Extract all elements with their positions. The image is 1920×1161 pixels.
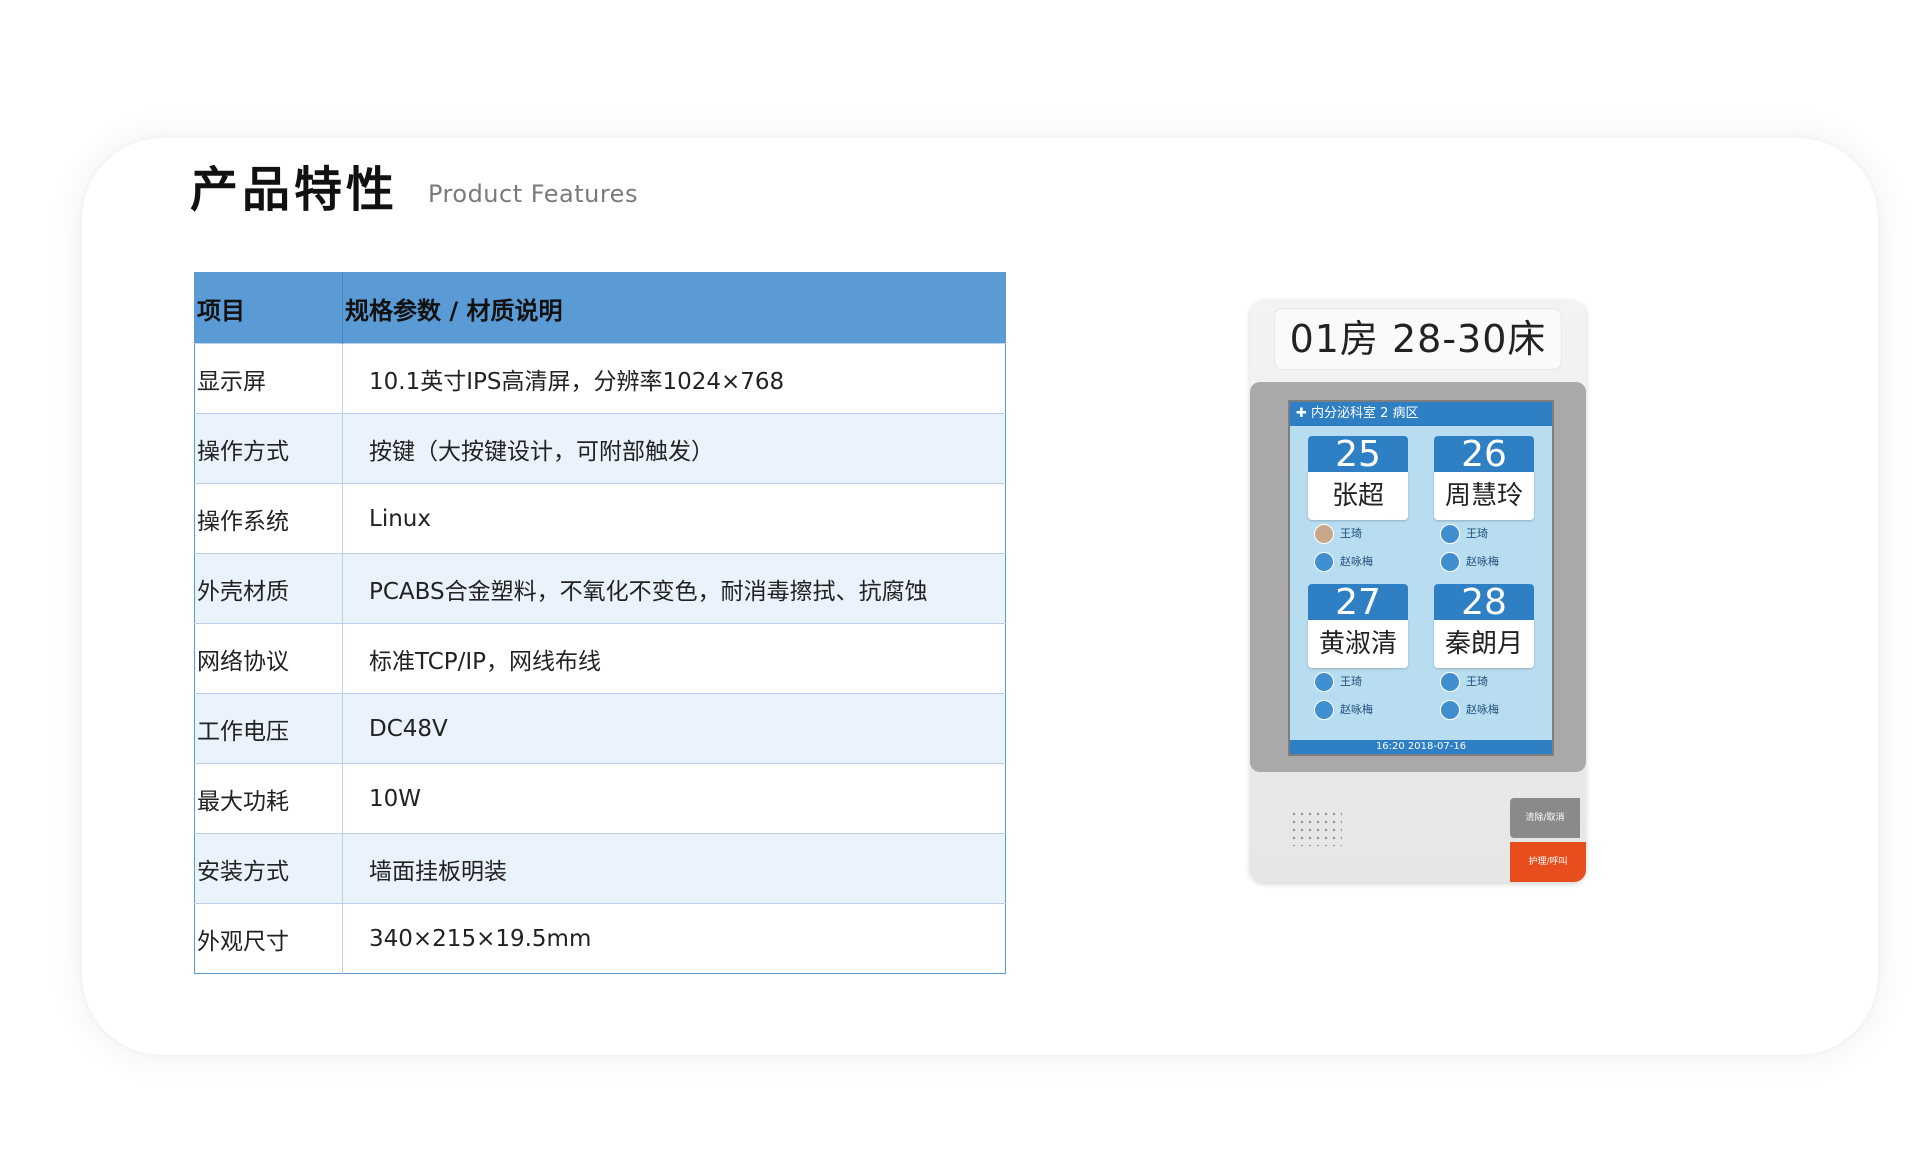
device-screen: ✚ 内分泌科室 2 病区 25 张超 王琦 赵咏梅 26 周慧玲 王琦 赵咏梅 … xyxy=(1288,400,1554,756)
doctor-row: 王琦 xyxy=(1308,520,1408,548)
row-value: DC48V xyxy=(342,693,1006,764)
nurse-avatar-icon xyxy=(1440,552,1460,572)
call-button: 护理/呼叫 xyxy=(1510,842,1586,882)
row-key: 外壳材质 xyxy=(194,553,343,624)
row-key: 外观尺寸 xyxy=(194,903,343,974)
screen-datetime: 16:20 2018-07-16 xyxy=(1290,740,1552,754)
header-item: 项目 xyxy=(194,272,343,344)
bed-card: 26 周慧玲 王琦 赵咏梅 xyxy=(1434,436,1534,576)
row-value: 按键（大按键设计，可附部触发） xyxy=(342,413,1006,484)
nurse-name: 赵咏梅 xyxy=(1340,555,1373,568)
row-value: Linux xyxy=(342,483,1006,554)
patient-name: 张超 xyxy=(1308,472,1408,520)
table-row: 最大功耗 10W xyxy=(194,763,1006,834)
page-subtitle: Product Features xyxy=(428,180,638,208)
nurse-avatar-icon xyxy=(1440,700,1460,720)
bed-number: 25 xyxy=(1308,436,1408,474)
doctor-name: 王琦 xyxy=(1340,675,1362,688)
bed-card: 25 张超 王琦 赵咏梅 xyxy=(1308,436,1408,576)
patient-name: 秦朗月 xyxy=(1434,620,1534,668)
doctor-avatar-icon xyxy=(1440,672,1460,692)
table-header-row: 项目 规格参数 / 材质说明 xyxy=(194,272,1006,344)
patient-name: 黄淑清 xyxy=(1308,620,1408,668)
row-value: 340×215×19.5mm xyxy=(342,903,1006,974)
table-row: 工作电压 DC48V xyxy=(194,693,1006,764)
row-value: 标准TCP/IP，网线布线 xyxy=(342,623,1006,694)
doctor-name: 王琦 xyxy=(1466,675,1488,688)
nurse-row: 赵咏梅 xyxy=(1308,548,1408,576)
table-row: 外壳材质 PCABS合金塑料，不氧化不变色，耐消毒擦拭、抗腐蚀 xyxy=(194,553,1006,624)
bed-number: 27 xyxy=(1308,584,1408,622)
speaker-grille xyxy=(1290,810,1342,846)
room-label: 01房 28-30床 xyxy=(1274,308,1562,370)
row-key: 工作电压 xyxy=(194,693,343,764)
doctor-avatar-icon xyxy=(1440,524,1460,544)
table-row: 操作方式 按键（大按键设计，可附部触发） xyxy=(194,413,1006,484)
row-value: 墙面挂板明装 xyxy=(342,833,1006,904)
nurse-avatar-icon xyxy=(1314,552,1334,572)
patient-name: 周慧玲 xyxy=(1434,472,1534,520)
row-value: 10.1英寸IPS高清屏，分辨率1024×768 xyxy=(342,343,1006,414)
row-key: 最大功耗 xyxy=(194,763,343,834)
row-key: 操作方式 xyxy=(194,413,343,484)
cancel-button: 清除/取消 xyxy=(1510,798,1580,838)
doctor-row: 王琦 xyxy=(1308,668,1408,696)
spec-table: 项目 规格参数 / 材质说明 显示屏 10.1英寸IPS高清屏，分辨率1024×… xyxy=(194,272,1006,974)
nurse-row: 赵咏梅 xyxy=(1434,548,1534,576)
doctor-avatar-icon xyxy=(1314,672,1334,692)
bed-number: 26 xyxy=(1434,436,1534,474)
bed-number: 28 xyxy=(1434,584,1534,622)
nurse-name: 赵咏梅 xyxy=(1340,703,1373,716)
nurse-avatar-icon xyxy=(1314,700,1334,720)
product-device-image: 01房 28-30床 ✚ 内分泌科室 2 病区 25 张超 王琦 赵咏梅 26 … xyxy=(1250,300,1586,882)
table-row: 显示屏 10.1英寸IPS高清屏，分辨率1024×768 xyxy=(194,343,1006,414)
header-spec: 规格参数 / 材质说明 xyxy=(342,272,1006,344)
row-key: 网络协议 xyxy=(194,623,343,694)
doctor-row: 王琦 xyxy=(1434,668,1534,696)
table-row: 外观尺寸 340×215×19.5mm xyxy=(194,903,1006,974)
doctor-name: 王琦 xyxy=(1340,527,1362,540)
table-row: 操作系统 Linux xyxy=(194,483,1006,554)
row-key: 操作系统 xyxy=(194,483,343,554)
doctor-avatar-icon xyxy=(1314,524,1334,544)
row-value: 10W xyxy=(342,763,1006,834)
bed-card: 27 黄淑清 王琦 赵咏梅 xyxy=(1308,584,1408,724)
nurse-name: 赵咏梅 xyxy=(1466,703,1499,716)
page-title: 产品特性 xyxy=(190,162,399,218)
nurse-row: 赵咏梅 xyxy=(1308,696,1408,724)
table-row: 安装方式 墙面挂板明装 xyxy=(194,833,1006,904)
row-key: 显示屏 xyxy=(194,343,343,414)
doctor-row: 王琦 xyxy=(1434,520,1534,548)
row-key: 安装方式 xyxy=(194,833,343,904)
bed-card: 28 秦朗月 王琦 赵咏梅 xyxy=(1434,584,1534,724)
nurse-row: 赵咏梅 xyxy=(1434,696,1534,724)
table-row: 网络协议 标准TCP/IP，网线布线 xyxy=(194,623,1006,694)
nurse-name: 赵咏梅 xyxy=(1466,555,1499,568)
row-value: PCABS合金塑料，不氧化不变色，耐消毒擦拭、抗腐蚀 xyxy=(342,553,1006,624)
doctor-name: 王琦 xyxy=(1466,527,1488,540)
ward-header: ✚ 内分泌科室 2 病区 xyxy=(1290,402,1552,426)
